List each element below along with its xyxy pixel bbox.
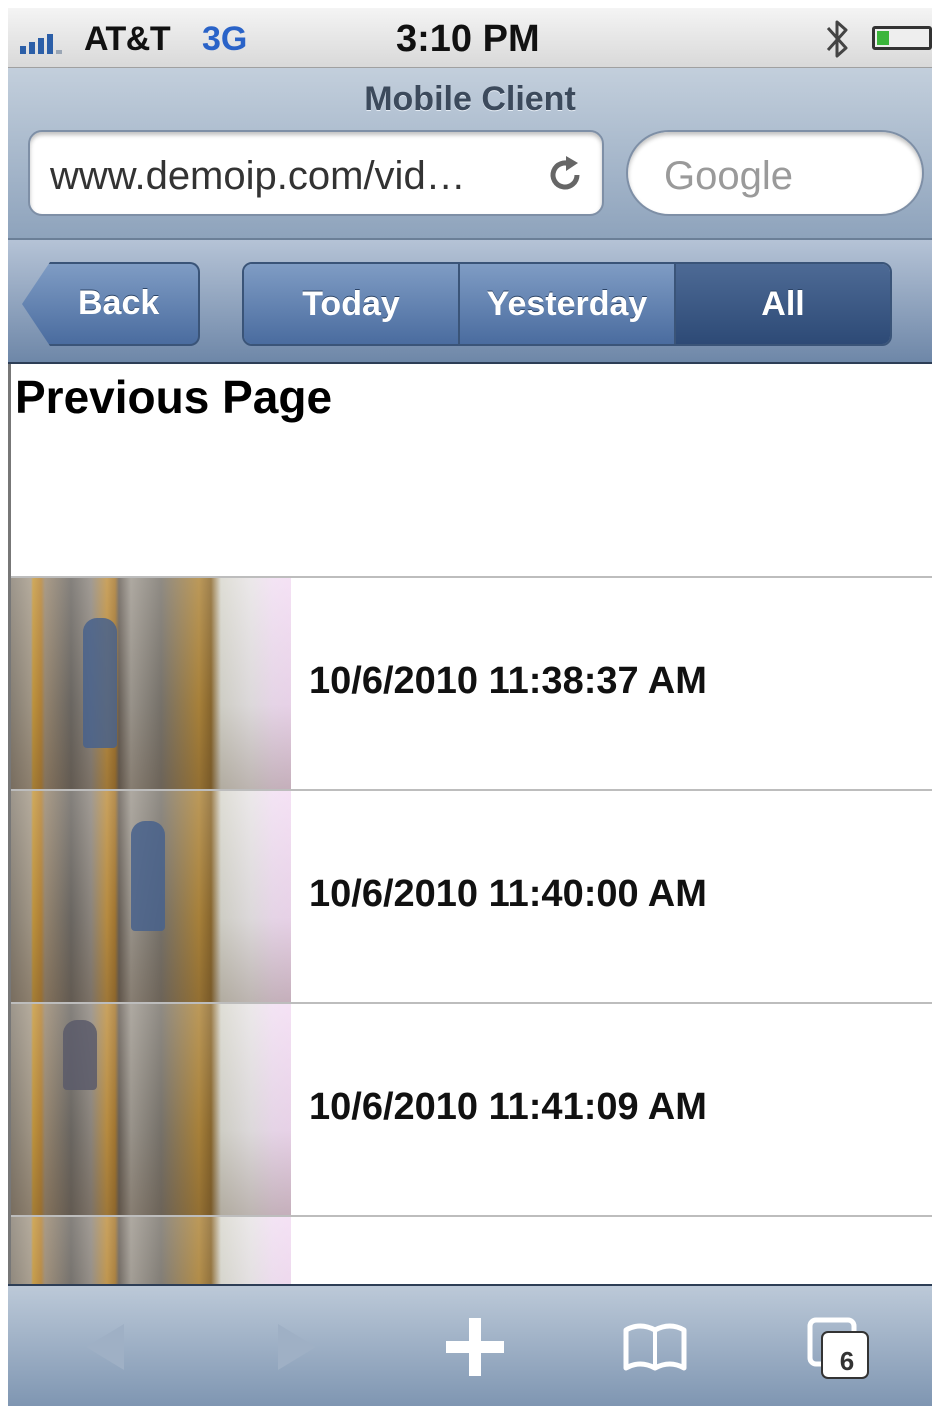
url-text: www.demoip.com/vid…: [50, 154, 466, 198]
content-area: Previous Page 10/6/2010 11:38:37 AM 10/6…: [8, 364, 932, 1284]
recording-timestamp: 10/6/2010 11:38:37 AM: [309, 660, 707, 702]
tabs-button[interactable]: 6: [804, 1312, 874, 1382]
back-nav-button[interactable]: [74, 1312, 144, 1382]
browser-toolbar: Mobile Client www.demoip.com/vid… Google: [8, 68, 932, 240]
segment-yesterday[interactable]: Yesterday: [460, 264, 676, 344]
signal-bars-icon: [20, 32, 62, 54]
list-item[interactable]: 10/6/2010 11:38:37 AM: [11, 576, 932, 789]
search-placeholder: Google: [664, 154, 793, 198]
video-thumbnail[interactable]: [11, 791, 291, 1002]
segment-today[interactable]: Today: [244, 264, 460, 344]
date-filter-segmented-control: Today Yesterday All: [242, 262, 892, 346]
forward-nav-button[interactable]: [258, 1312, 328, 1382]
video-thumbnail[interactable]: [11, 578, 291, 789]
person-figure: [131, 821, 165, 931]
previous-page-link[interactable]: Previous Page: [15, 370, 332, 424]
recording-timestamp: 10/6/2010 11:41:09 AM: [309, 1086, 707, 1128]
back-button[interactable]: Back: [22, 262, 200, 346]
recording-list: 10/6/2010 11:38:37 AM 10/6/2010 11:40:00…: [11, 576, 932, 1284]
back-button-label: Back: [78, 284, 160, 322]
url-field[interactable]: www.demoip.com/vid…: [28, 130, 604, 216]
reload-icon[interactable]: [544, 154, 586, 196]
network-type: 3G: [202, 20, 248, 58]
video-thumbnail[interactable]: [11, 1004, 291, 1215]
recording-timestamp: 10/6/2010 11:40:00 AM: [309, 873, 707, 915]
battery-icon: [872, 26, 932, 50]
back-arrow-icon: [86, 1324, 124, 1370]
tabs-count: 6: [839, 1346, 855, 1376]
person-figure: [63, 1020, 97, 1090]
carrier-name: AT&T: [84, 20, 171, 58]
segment-label: All: [761, 284, 805, 323]
book-icon: [623, 1323, 687, 1371]
bluetooth-icon: [826, 20, 848, 58]
forward-arrow-icon: [278, 1324, 316, 1370]
person-figure: [83, 618, 117, 748]
plus-icon: [446, 1318, 504, 1376]
page-title: Mobile Client: [364, 80, 576, 118]
browser-bottom-toolbar: 6: [8, 1284, 932, 1406]
list-item[interactable]: [11, 1215, 932, 1284]
add-bookmark-button[interactable]: [440, 1312, 510, 1382]
search-input[interactable]: Google: [626, 130, 924, 216]
segment-all[interactable]: All: [676, 264, 890, 344]
segment-label: Yesterday: [486, 284, 648, 323]
list-item[interactable]: 10/6/2010 11:41:09 AM: [11, 1002, 932, 1215]
app-nav-bar: Back Today Yesterday All: [8, 240, 932, 364]
list-item[interactable]: 10/6/2010 11:40:00 AM: [11, 789, 932, 1002]
clock: 3:10 PM: [396, 18, 540, 60]
video-thumbnail[interactable]: [11, 1217, 291, 1284]
status-bar: AT&T 3G 3:10 PM: [8, 8, 932, 68]
bookmarks-button[interactable]: [620, 1312, 690, 1382]
phone-screen: AT&T 3G 3:10 PM Mobile Client www.demoip…: [8, 8, 932, 1406]
segment-label: Today: [302, 284, 400, 323]
